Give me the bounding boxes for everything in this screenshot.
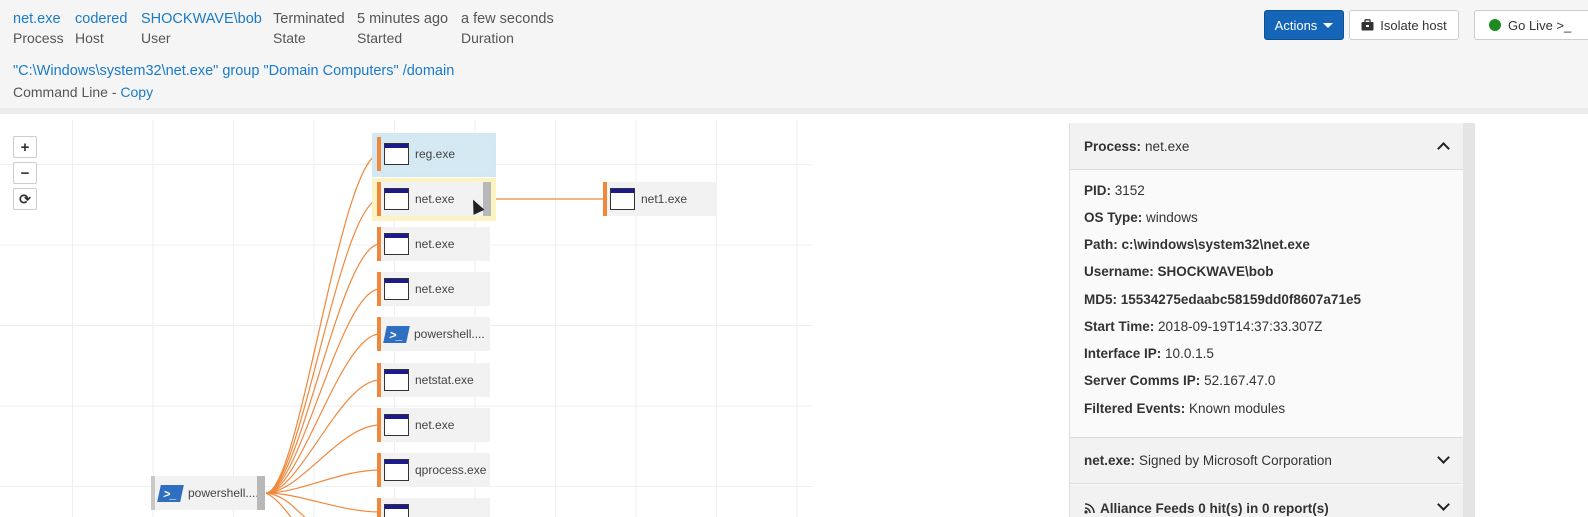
chevron-down-icon[interactable] bbox=[1437, 451, 1450, 464]
actions-label: Actions bbox=[1274, 17, 1318, 33]
meta-user: SHOCKWAVE\bob User bbox=[141, 11, 262, 46]
window-icon bbox=[384, 233, 409, 255]
edge-reg bbox=[265, 153, 381, 494]
user-link[interactable]: SHOCKWAVE\bob bbox=[141, 11, 262, 28]
node-label: netstat.exe bbox=[415, 373, 474, 387]
signature-value: Signed by Microsoft Corporation bbox=[1139, 453, 1332, 468]
process-label: Process bbox=[13, 30, 64, 46]
signature-section-header[interactable]: net.exe: Signed by Microsoft Corporation bbox=[1070, 437, 1464, 484]
isolate-host-button[interactable]: Isolate host bbox=[1349, 10, 1459, 40]
powershell-icon: >_ bbox=[157, 484, 184, 502]
window-icon bbox=[384, 459, 409, 481]
meta-host: codered Host bbox=[75, 11, 127, 46]
node-expand-handle[interactable] bbox=[257, 476, 265, 510]
detail-md5: MD5: 15534275edaabc58159dd0f8607a71e5 bbox=[1084, 292, 1361, 307]
signature-key: net.exe: bbox=[1084, 453, 1136, 468]
copy-link[interactable]: Copy bbox=[120, 84, 153, 100]
node-partial[interactable] bbox=[377, 498, 490, 517]
duration-value: a few seconds bbox=[461, 11, 554, 27]
node-net-exe[interactable]: net.exe bbox=[377, 408, 490, 442]
edge-net-1 bbox=[265, 198, 381, 494]
detail-username: Username: SHOCKWAVE\bob bbox=[1084, 264, 1274, 279]
state-value: Terminated bbox=[273, 11, 345, 27]
node-qprocess-exe[interactable]: qprocess.exe bbox=[377, 453, 490, 487]
edge-net-2 bbox=[265, 243, 381, 494]
meta-process: net.exe Process bbox=[13, 11, 64, 46]
graph-background bbox=[812, 120, 1068, 517]
briefcase-icon bbox=[1361, 19, 1374, 31]
detail-os-type: OS Type: windows bbox=[1084, 210, 1198, 225]
node-powershell-exe[interactable]: >_ powershell.... bbox=[377, 317, 490, 351]
window-icon bbox=[384, 278, 409, 300]
started-value: 5 minutes ago bbox=[357, 11, 449, 27]
state-label: State bbox=[273, 30, 306, 46]
actions-button[interactable]: Actions bbox=[1264, 10, 1344, 40]
caret-down-icon bbox=[1323, 22, 1334, 28]
live-status-icon bbox=[1489, 19, 1501, 31]
host-link[interactable]: codered bbox=[75, 11, 127, 28]
node-reg-exe[interactable]: reg.exe bbox=[377, 137, 490, 171]
window-icon bbox=[384, 188, 409, 210]
isolate-host-label: Isolate host bbox=[1380, 17, 1447, 33]
window-icon bbox=[384, 369, 409, 391]
node-label: net.exe bbox=[415, 418, 455, 432]
node-label: reg.exe bbox=[415, 147, 456, 161]
alliance-feeds-label: Alliance Feeds 0 hit(s) in 0 report(s) bbox=[1100, 500, 1329, 516]
process-header: net.exe Process codered Host SHOCKWAVE\b… bbox=[0, 0, 1588, 114]
host-label: Host bbox=[75, 30, 104, 46]
node-label: qprocess.exe bbox=[415, 463, 487, 477]
go-live-label: Go Live >_ bbox=[1508, 17, 1572, 33]
node-net-exe[interactable]: net.exe bbox=[377, 272, 490, 306]
window-icon bbox=[384, 414, 409, 436]
node-root-powershell[interactable]: >_ powershell.... bbox=[151, 476, 265, 510]
node-netstat-exe[interactable]: netstat.exe bbox=[377, 363, 490, 397]
edge-net-3 bbox=[265, 288, 381, 494]
process-tree-graph[interactable]: + − ⟳ reg.exe net.exe net.exe net.exe >_… bbox=[0, 120, 1068, 517]
detail-interface-ip: Interface IP: 10.0.1.5 bbox=[1084, 346, 1214, 361]
node-label: net1.exe bbox=[641, 192, 688, 206]
started-label: Started bbox=[357, 30, 403, 46]
go-live-button[interactable]: Go Live >_ bbox=[1474, 10, 1588, 40]
detail-path: Path: c:\windows\system32\net.exe bbox=[1084, 237, 1310, 252]
detail-filtered-events: Filtered Events: Known modules bbox=[1084, 401, 1286, 416]
command-line-label: Command Line - bbox=[13, 84, 121, 100]
rss-icon bbox=[1084, 502, 1095, 514]
window-icon bbox=[610, 188, 635, 210]
window-icon bbox=[384, 143, 409, 165]
node-label: net.exe bbox=[415, 237, 455, 251]
node-net1-exe[interactable]: net1.exe bbox=[603, 182, 716, 216]
node-label: powershell.... bbox=[414, 327, 485, 341]
detail-server-comms-ip: Server Comms IP: 52.167.47.0 bbox=[1084, 373, 1276, 388]
duration-label: Duration bbox=[461, 30, 514, 46]
panel-scrollbar[interactable] bbox=[1463, 123, 1475, 517]
detail-start-time: Start Time: 2018-09-19T14:37:33.307Z bbox=[1084, 319, 1323, 334]
process-details-panel: Process: net.exe PID: 3152 OS Type: wind… bbox=[1069, 123, 1464, 517]
user-label: User bbox=[141, 30, 171, 46]
meta-state: Terminated State bbox=[273, 11, 345, 46]
node-label: net.exe bbox=[415, 192, 455, 206]
process-section-header[interactable]: Process: net.exe bbox=[1070, 123, 1464, 170]
node-label: net.exe bbox=[415, 282, 455, 296]
chevron-down-icon[interactable] bbox=[1437, 498, 1450, 511]
meta-started: 5 minutes ago Started bbox=[357, 11, 448, 46]
meta-duration: a few seconds Duration bbox=[461, 11, 554, 46]
node-net-exe[interactable]: net.exe bbox=[377, 227, 490, 261]
command-line-link[interactable]: "C:\Windows\system32\net.exe" group "Dom… bbox=[13, 63, 454, 79]
alliance-feeds-section-header[interactable]: Alliance Feeds 0 hit(s) in 0 report(s) bbox=[1070, 485, 1464, 517]
node-expand-handle[interactable] bbox=[483, 182, 491, 216]
process-header-value: net.exe bbox=[1145, 138, 1190, 154]
window-icon bbox=[384, 504, 409, 517]
edge-offscreen-1 bbox=[265, 492, 381, 513]
chevron-up-icon[interactable] bbox=[1437, 142, 1450, 155]
node-label: powershell.... bbox=[188, 486, 259, 500]
process-link[interactable]: net.exe bbox=[13, 11, 64, 28]
edge-net-4 bbox=[265, 424, 381, 494]
process-header-key: Process: bbox=[1084, 138, 1142, 154]
command-line-row: Command Line - Copy bbox=[13, 84, 153, 100]
powershell-icon: >_ bbox=[383, 325, 410, 343]
detail-pid: PID: 3152 bbox=[1084, 183, 1145, 198]
